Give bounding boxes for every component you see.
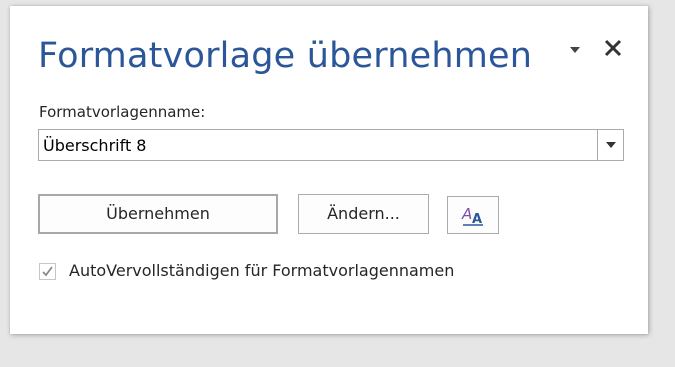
dropdown-triangle-icon — [570, 47, 580, 53]
style-name-input[interactable]: Überschrift 8 — [43, 136, 146, 155]
modify-button[interactable]: Ändern... — [298, 194, 429, 234]
chevron-down-icon — [606, 142, 616, 148]
window-background: Formatvorlage übernehmen Formatvorlagenn… — [0, 0, 675, 367]
style-name-dropdown-button[interactable] — [597, 130, 623, 160]
pane-title: Formatvorlage übernehmen — [38, 36, 533, 76]
styles-pane-icon: A A — [461, 205, 483, 227]
style-name-label: Formatvorlagenname: — [39, 103, 206, 121]
style-name-combobox[interactable]: Überschrift 8 — [38, 129, 624, 161]
close-button[interactable] — [601, 36, 625, 60]
apply-button[interactable]: Übernehmen — [38, 194, 278, 234]
apply-styles-pane: Formatvorlage übernehmen Formatvorlagenn… — [10, 6, 648, 334]
svg-text:A: A — [461, 205, 472, 223]
checkmark-icon — [42, 266, 53, 277]
close-x-icon — [604, 39, 622, 57]
autocomplete-checkbox[interactable] — [39, 263, 56, 280]
task-pane-options-button[interactable] — [568, 42, 582, 56]
autocomplete-label: AutoVervollständigen für Formatvorlagenn… — [69, 261, 455, 280]
styles-pane-button[interactable]: A A — [447, 196, 499, 234]
